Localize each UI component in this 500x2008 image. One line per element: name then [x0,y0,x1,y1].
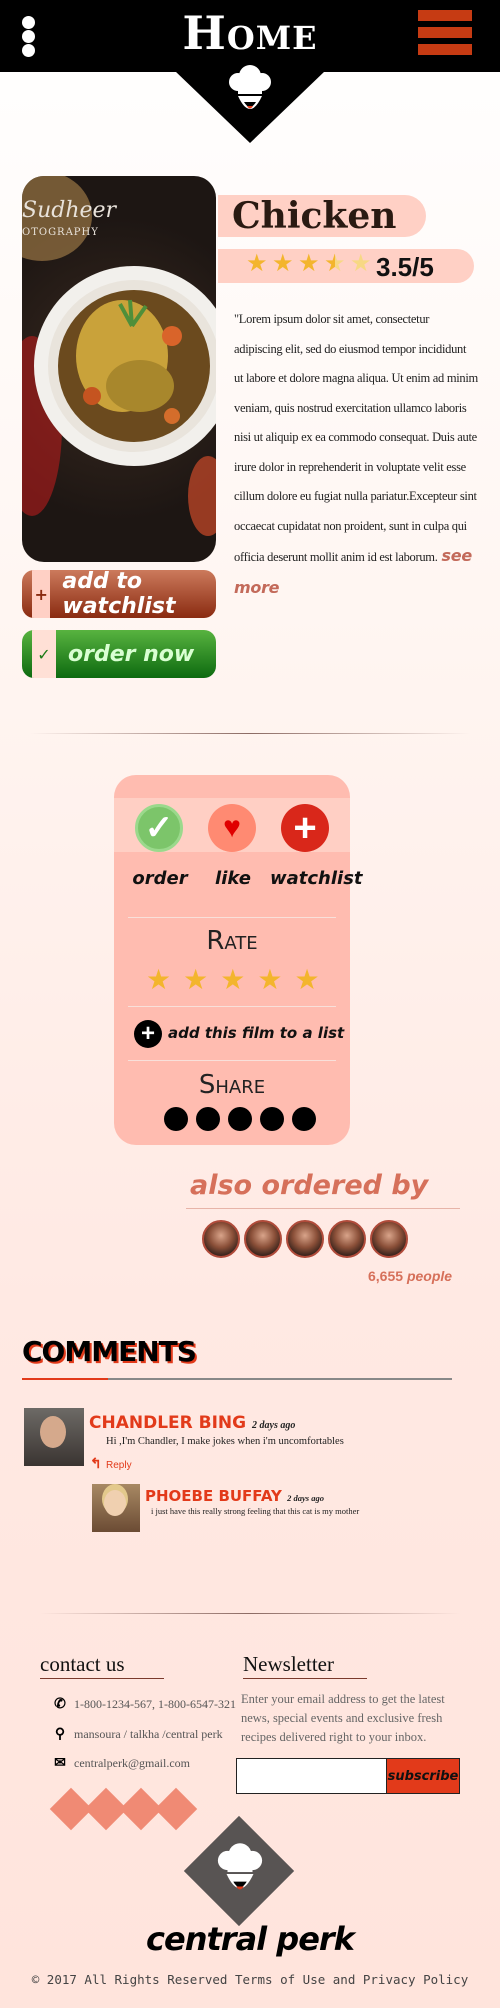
rate-stars[interactable]: ★ ★ ★ ★ ★ [146,966,320,994]
comments-title: COMMENTS [22,1335,197,1368]
rating-stars: ★ ★ ★ ★ ★ [246,250,372,277]
share-icon[interactable] [164,1107,188,1131]
kebab-menu-icon[interactable] [22,16,36,57]
reply-time: 2 days ago [287,1493,324,1503]
rate-star-icon[interactable]: ★ [257,966,282,994]
chef-hat-icon [217,1843,263,1890]
people-count: 6,655 people [368,1268,453,1284]
avatar[interactable] [370,1220,408,1258]
commenter-avatar [24,1408,84,1466]
location-pin-icon: ⚲ [54,1727,66,1742]
plus-icon: + [32,570,51,618]
share-icon[interactable] [260,1107,284,1131]
social-icon[interactable] [154,1787,198,1831]
empty-star-icon: ★ [350,250,372,277]
newsletter-text: Enter your email address to get the late… [241,1692,445,1744]
newsletter-underline [243,1678,367,1679]
rating-value: 3.5/5 [376,252,434,282]
reply-avatar [92,1484,140,1532]
contact-email: ✉ centralperk@gmail.com [54,1756,191,1771]
order-button-label: order now [68,641,195,667]
subscribe-button[interactable]: subscribe [386,1758,460,1794]
contact-title: contact us [40,1652,125,1676]
footer-divider [40,1613,460,1614]
brand-name: central perk [146,1920,355,1958]
avatar[interactable] [244,1220,282,1258]
rate-star-icon[interactable]: ★ [294,966,319,994]
rate-title: Rate [206,926,258,956]
also-ordered-title: also ordered by [190,1170,429,1201]
contact-underline [40,1678,164,1679]
share-icon[interactable] [196,1107,220,1131]
check-icon: ✓ [32,630,56,678]
also-ordered-divider [186,1208,460,1209]
watchlist-label: watchlist [270,868,363,889]
add-list-plus-icon[interactable]: + [134,1020,162,1048]
rate-star-icon[interactable]: ★ [183,966,208,994]
avatar-list [202,1220,408,1258]
like-label: like [215,868,251,889]
comment-text: Hi ,I'm Chandler, I make jokes when i'm … [106,1436,344,1447]
contact-phone: ✆ 1-800-1234-567, 1-800-6547-321 [54,1697,236,1712]
like-heart-icon[interactable]: ♥ [208,804,256,852]
add-to-list-link[interactable]: add this film to a list [168,1024,344,1042]
star-icon: ★ [246,250,268,277]
half-star-icon: ★ [324,250,346,277]
share-title: Share [198,1070,266,1100]
order-now-button[interactable]: ✓ order now [22,630,216,678]
add-to-watchlist-button[interactable]: + add to watchlist [22,570,216,618]
card-divider [128,1060,336,1061]
reply-arrow-icon[interactable]: ↰ [90,1455,102,1472]
watchlist-plus-icon[interactable]: + [281,804,329,852]
share-icon[interactable] [228,1107,252,1131]
reply-link[interactable]: Reply [106,1460,132,1471]
order-label: order [132,868,188,889]
photo-watermark: Sudheer OTOGRAPHY [22,198,117,239]
chef-hat-icon[interactable] [224,62,276,124]
copyright: © 2017 All Rights Reserved Terms of Use … [31,1972,469,1987]
reply-author: PHOEBE BUFFAY 2 days ago [145,1487,324,1505]
page-title: Home [182,6,318,60]
rate-star-icon[interactable]: ★ [220,966,245,994]
avatar[interactable] [202,1220,240,1258]
reply-text: i just have this really strong feeling t… [151,1506,360,1516]
comments-divider [22,1378,452,1380]
social-icons [49,1786,198,1831]
section-divider [30,733,470,734]
avatar[interactable] [328,1220,366,1258]
phone-icon: ✆ [54,1697,66,1712]
comment-time: 2 days ago [252,1420,296,1431]
share-buttons [164,1107,316,1131]
contact-address: ⚲ mansoura / talkha /central perk [54,1727,223,1742]
star-icon: ★ [272,250,294,277]
newsletter-title: Newsletter [243,1652,334,1676]
comment-author: CHANDLER BING 2 days ago [89,1413,296,1433]
food-description: "Lorem ipsum dolor sit amet, consectetur… [234,312,478,597]
email-icon: ✉ [54,1756,66,1771]
share-icon[interactable] [292,1107,316,1131]
food-title: Chicken [218,195,426,237]
watchlist-button-label: add to watchlist [62,570,176,618]
card-divider [128,917,336,918]
hamburger-menu-icon[interactable] [418,10,472,58]
newsletter-email-input[interactable] [236,1758,388,1794]
rate-star-icon[interactable]: ★ [146,966,171,994]
star-icon: ★ [298,250,320,277]
order-check-icon[interactable]: ✓ [135,804,183,852]
avatar[interactable] [286,1220,324,1258]
card-divider [128,1006,336,1007]
